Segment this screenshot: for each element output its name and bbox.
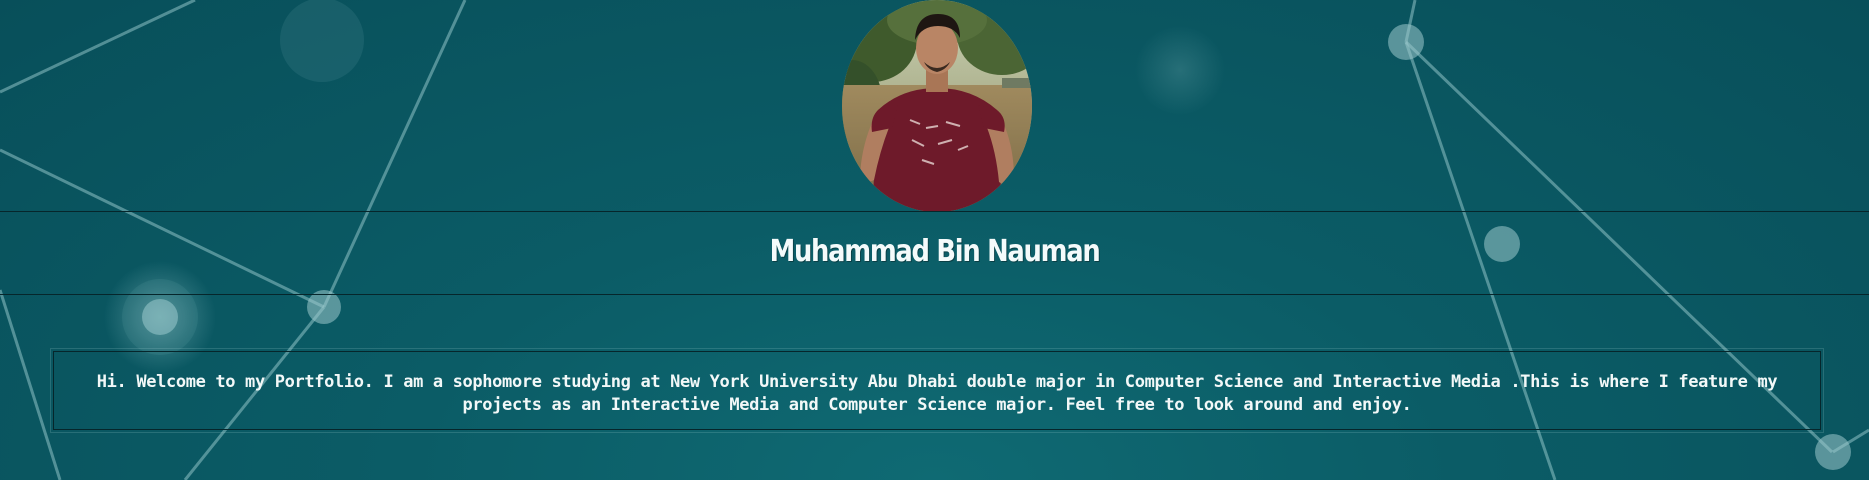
- divider-bottom: [0, 294, 1869, 295]
- profile-name: Muhammad Bin Nauman: [769, 234, 1101, 269]
- profile-photo-icon: [842, 0, 1032, 212]
- divider-top: [0, 211, 1869, 212]
- portfolio-page: { "profile": { "name": "Muhammad Bin Nau…: [0, 0, 1869, 480]
- intro-text: Hi. Welcome to my Portfolio. I am a soph…: [96, 372, 1778, 415]
- intro-box: Hi. Welcome to my Portfolio. I am a soph…: [50, 348, 1824, 433]
- profile-photo: [842, 0, 1032, 212]
